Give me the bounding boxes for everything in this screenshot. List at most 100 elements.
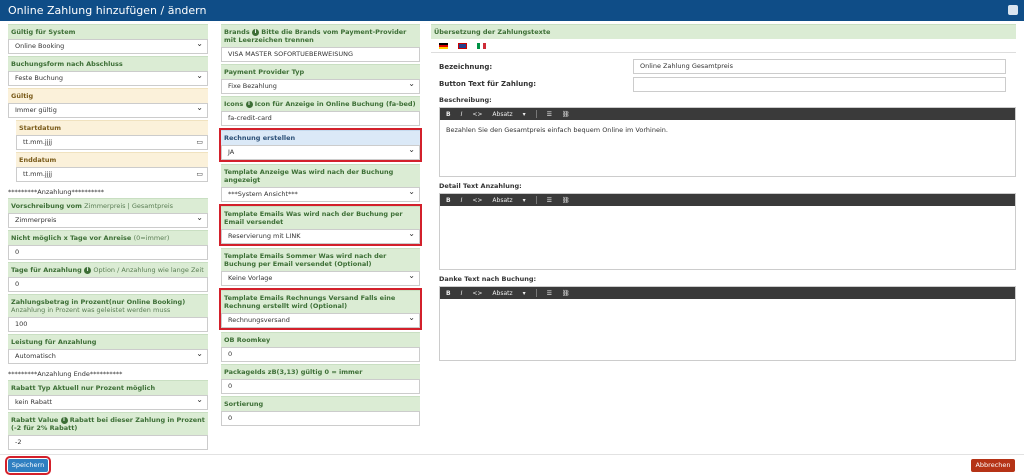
info-icon: i [245,100,253,108]
icons-input[interactable]: fa-credit-card [221,111,420,126]
format-select[interactable]: Absatz [492,111,512,118]
ob-roomkey-label: OB Roomkey [221,332,420,347]
save-button[interactable]: Speichern [5,456,51,475]
rechnung-label: Rechnung erstellen [221,130,420,145]
chevron-down-icon[interactable]: ▾ [523,197,526,204]
bold-icon[interactable]: B [446,111,451,118]
italic-icon[interactable]: I [461,111,463,118]
template-sommer-label: Template Emails Sommer Was wird nach der… [221,248,420,271]
toolbar-separator [535,110,537,118]
enddatum-label: Enddatum [16,152,208,167]
language-tabs [431,39,1016,53]
packageids-input[interactable]: 0 [221,379,420,394]
toolbar-separator [535,289,537,297]
column-left: Gültig für System Online Booking Buchung… [8,24,208,452]
gueltig-select[interactable]: Immer gültig [8,101,208,118]
bezeichnung-input[interactable]: Online Zahlung Gesamtpreis [633,59,1006,74]
detail-toolbar: B I <> Absatz ▾ ☰ ⛓ [440,194,1015,206]
startdatum-input[interactable]: tt.mm.jjjj [16,135,208,150]
nicht-moeglich-label-bold: Nicht möglich x Tage vor Anreise [11,234,132,242]
rabatt-value-label: Rabatt Value i Rabatt bei dieser Zahlung… [8,412,208,435]
nicht-moeglich-label-hint: (0=immer) [133,234,170,242]
format-select[interactable]: Absatz [492,290,512,297]
bold-icon[interactable]: B [446,197,451,204]
flag-de-icon[interactable] [439,42,448,49]
zahlungsbetrag-label-bold: Zahlungsbetrag in Prozent(nur Online Boo… [11,298,186,306]
ob-roomkey-input[interactable]: 0 [221,347,420,362]
enddatum-input[interactable]: tt.mm.jjjj [16,167,208,182]
beschreibung-text[interactable]: Bezahlen Sie den Gesamtpreis einfach beq… [440,120,1015,140]
link-icon[interactable]: ⛓ [562,197,570,204]
vorschreibung-select[interactable]: Zimmerpreis [8,211,208,228]
rabatt-typ-label: Rabatt Typ Aktuell nur Prozent möglich [8,380,208,395]
link-icon[interactable]: ⛓ [562,290,570,297]
link-icon[interactable]: ⛓ [562,111,570,118]
tage-anzahlung-label-bold: Tage für Anzahlung [11,266,82,274]
flag-uk-icon[interactable] [458,42,467,49]
uebersetzung-label: Übersetzung der Zahlungstexte [431,24,1016,39]
template-sommer-select[interactable]: Keine Vorlage [221,269,420,286]
format-select[interactable]: Absatz [492,197,512,204]
template-emails-group: Template Emails Was wird nach der Buchun… [219,204,422,246]
italic-icon[interactable]: I [461,197,463,204]
brands-input[interactable]: VISA MASTER SOFORTUEBERWEISUNG [221,47,420,62]
tage-anzahlung-input[interactable]: 0 [8,277,208,292]
rechnung-group: Rechnung erstellen JA [219,128,422,162]
template-rechnung-select[interactable]: Rechnungsversand [221,311,420,328]
beschreibung-editor[interactable]: B I <> Absatz ▾ ☰ ⛓ Bezahlen Sie den Ges… [439,107,1016,177]
provider-typ-select[interactable]: Fixe Bezahlung [221,77,420,94]
list-icon[interactable]: ☰ [547,290,552,297]
template-anzeige-label: Template Anzeige Was wird nach der Buchu… [221,164,420,187]
nicht-moeglich-label: Nicht möglich x Tage vor Anreise (0=imme… [8,230,208,245]
code-icon[interactable]: <> [472,111,482,118]
beschreibung-toolbar: B I <> Absatz ▾ ☰ ⛓ [440,108,1015,120]
detail-editor[interactable]: B I <> Absatz ▾ ☰ ⛓ [439,193,1016,270]
cancel-button[interactable]: Abbrechen [971,459,1015,472]
toolbar-separator [535,196,537,204]
button-text-row: Button Text für Zahlung: [431,77,1016,93]
bezeichnung-label: Bezeichnung: [439,63,493,71]
close-icon[interactable] [1008,5,1018,15]
chevron-down-icon[interactable]: ▾ [523,111,526,118]
packageids-label: PackageIds zB(3,13) gültig 0 = immer [221,364,420,379]
zahlungsbetrag-input[interactable]: 100 [8,317,208,332]
button-text-label: Button Text für Zahlung: [439,80,537,88]
vorschreibung-label-hint: Zimmerpreis | Gesamtpreis [84,202,174,210]
leistung-select[interactable]: Automatisch [8,347,208,364]
tage-anzahlung-label-hint: Option / Anzahlung wie lange Zeit [93,266,204,274]
gueltig-system-label: Gültig für System [8,24,208,39]
sortierung-input[interactable]: 0 [221,411,420,426]
chevron-down-icon[interactable]: ▾ [523,290,526,297]
zahlungsbetrag-label-hint: Anzahlung in Prozent was geleistet werde… [11,306,171,314]
info-icon: i [84,266,92,274]
bold-icon[interactable]: B [446,290,451,297]
template-anzeige-select[interactable]: ***System Ansicht*** [221,185,420,202]
anzahlung-start-divider: *********Anzahlung********** [8,188,105,196]
rabatt-typ-select[interactable]: kein Rabatt [8,393,208,410]
buchungsform-select[interactable]: Feste Buchung [8,69,208,86]
buchungsform-label: Buchungsform nach Abschluss [8,56,208,71]
code-icon[interactable]: <> [472,290,482,297]
list-icon[interactable]: ☰ [547,111,552,118]
button-text-input[interactable] [633,77,1006,92]
italic-icon[interactable]: I [461,290,463,297]
column-right: Übersetzung der Zahlungstexte Bezeichnun… [431,24,1016,361]
rabatt-value-label-bold: Rabatt Value [11,416,59,424]
code-icon[interactable]: <> [472,197,482,204]
anzahlung-ende-divider: *********Anzahlung Ende********** [8,370,123,378]
flag-it-icon[interactable] [477,42,486,49]
nicht-moeglich-input[interactable]: 0 [8,245,208,260]
rechnung-select[interactable]: JA [221,143,420,160]
provider-typ-label: Payment Provider Typ [221,64,420,79]
beschreibung-label: Beschreibung: [439,96,492,104]
template-emails-select[interactable]: Reservierung mit LINK [221,227,420,244]
tage-anzahlung-label: Tage für Anzahlung i Option / Anzahlung … [8,262,208,277]
brands-label: Brands i Bitte die Brands vom Payment-Pr… [221,24,420,47]
danke-editor[interactable]: B I <> Absatz ▾ ☰ ⛓ [439,286,1016,361]
list-icon[interactable]: ☰ [547,197,552,204]
info-icon: i [251,28,259,36]
gueltig-system-select[interactable]: Online Booking [8,37,208,54]
icons-label-bold: Icons [224,100,244,108]
vorschreibung-label: Vorschreibung vom Zimmerpreis | Gesamtpr… [8,198,208,213]
rabatt-value-input[interactable]: -2 [8,435,208,450]
